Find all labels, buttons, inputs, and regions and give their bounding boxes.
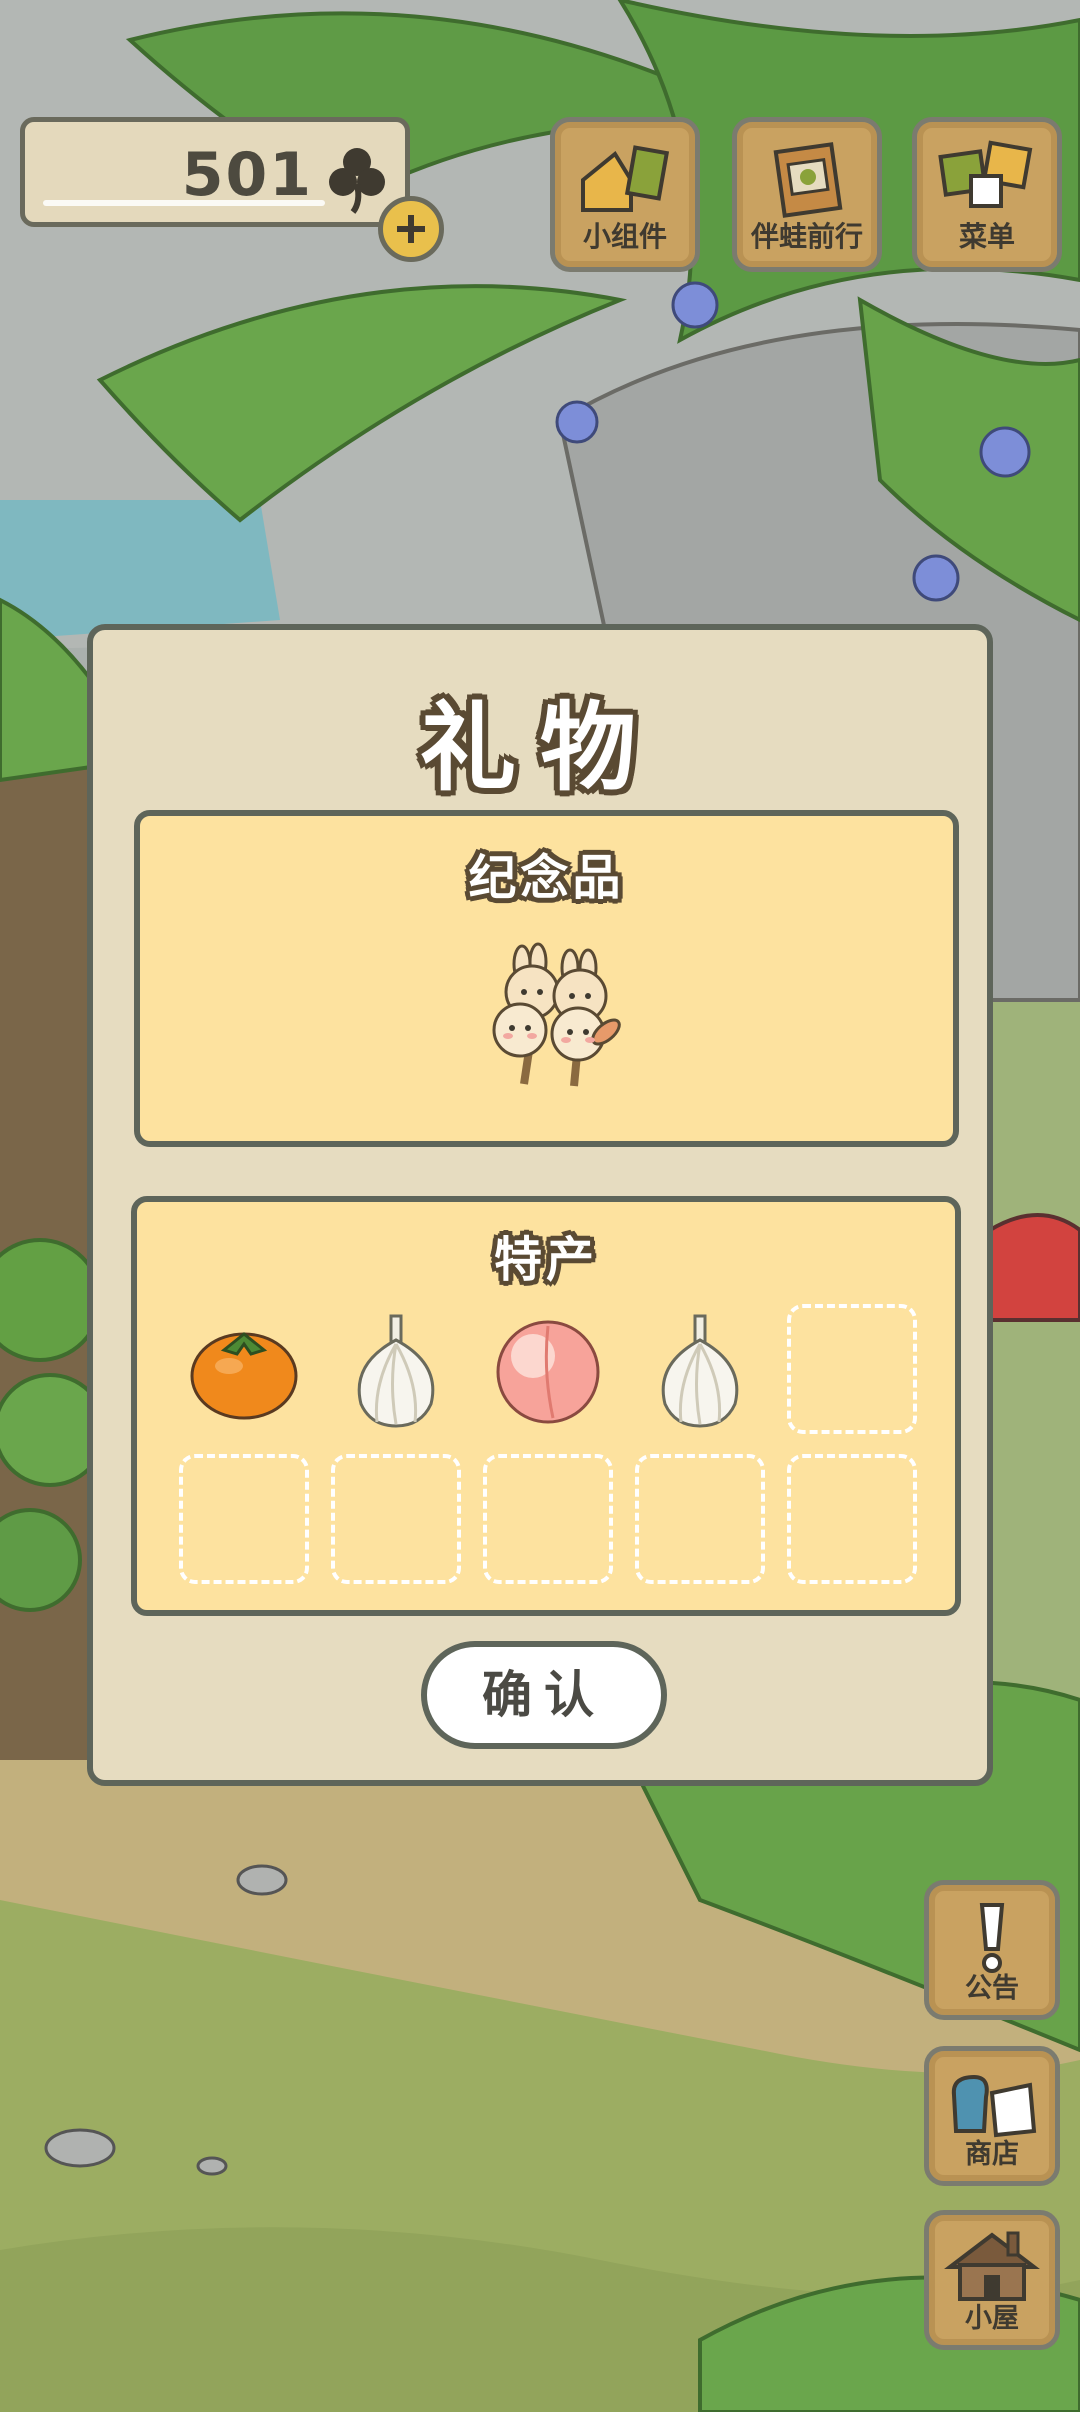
- empty-slot: [635, 1454, 765, 1584]
- souvenir-title: 纪念品: [468, 850, 625, 906]
- menu-label: 菜单: [958, 220, 1015, 253]
- notice-label: 公告: [965, 1973, 1019, 2004]
- empty-slot: [787, 1304, 917, 1434]
- widget-button[interactable]: 小组件: [550, 117, 700, 272]
- album-icon: [762, 140, 852, 224]
- house-button[interactable]: 小屋: [924, 2210, 1060, 2350]
- empty-slot: [179, 1454, 309, 1584]
- peach-icon[interactable]: [483, 1304, 613, 1434]
- plus-icon: [397, 215, 425, 243]
- empty-slot: [331, 1454, 461, 1584]
- widget-label: 小组件: [582, 220, 667, 253]
- persimmon-icon[interactable]: [179, 1304, 309, 1434]
- shop-button[interactable]: 商店: [924, 2046, 1060, 2186]
- souvenir-panel: 纪念品: [134, 810, 959, 1147]
- notice-button[interactable]: 公告: [924, 1880, 1060, 2020]
- clover-icon: [327, 144, 387, 218]
- dialog-title: 礼物: [420, 692, 660, 804]
- confirm-button[interactable]: 确认: [421, 1641, 667, 1749]
- specialty-panel: 特产: [131, 1196, 961, 1616]
- widget-icon: [575, 140, 675, 224]
- menu-cards-icon: [937, 140, 1037, 224]
- clover-counter: 501: [20, 117, 410, 227]
- empty-slot: [483, 1454, 613, 1584]
- house-label: 小屋: [965, 2303, 1019, 2334]
- bunny-dango-icon[interactable]: [478, 934, 628, 1094]
- gift-dialog: 礼物 纪念品 特产 确认: [87, 624, 993, 1786]
- empty-slot: [787, 1454, 917, 1584]
- add-clover-button[interactable]: [378, 196, 444, 262]
- garlic-icon[interactable]: [331, 1304, 461, 1434]
- garlic-icon[interactable]: [635, 1304, 765, 1434]
- counter-underline: [43, 200, 325, 206]
- album-label: 伴蛙前行: [750, 220, 863, 253]
- specialty-title: 特产: [493, 1232, 598, 1288]
- menu-button[interactable]: 菜单: [912, 117, 1062, 272]
- album-button[interactable]: 伴蛙前行: [732, 117, 882, 272]
- shop-label: 商店: [965, 2139, 1019, 2170]
